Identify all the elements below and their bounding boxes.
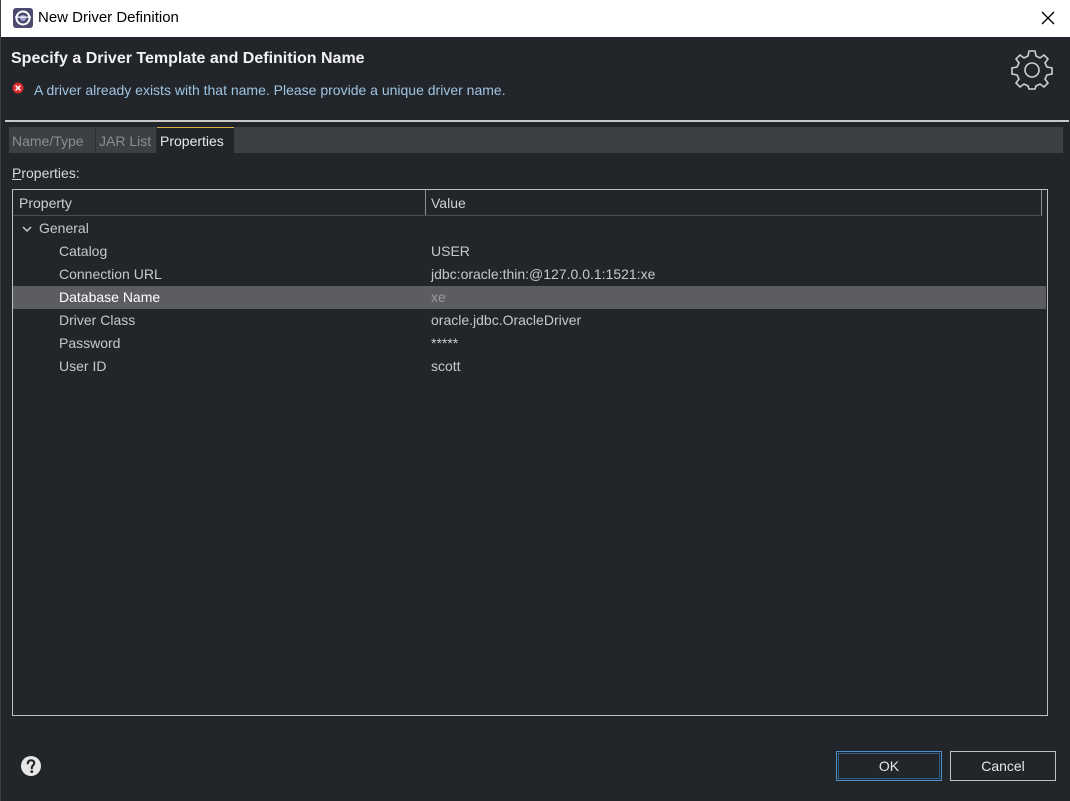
chevron-down-icon[interactable] [21, 223, 33, 235]
window-title: New Driver Definition [38, 9, 179, 26]
property-name: Database Name [59, 289, 161, 305]
table-row[interactable]: User ID scott [13, 355, 1046, 378]
tab-jar-list[interactable]: JAR List [96, 127, 157, 153]
property-value[interactable]: scott [431, 358, 461, 374]
column-divider[interactable] [425, 190, 426, 215]
properties-table[interactable]: Property Value General Catalog USER Conn… [12, 189, 1048, 716]
group-label: General [39, 220, 89, 236]
ok-button-focus-ring [838, 753, 940, 779]
gear-icon [1011, 50, 1053, 90]
property-value[interactable]: xe [431, 289, 446, 305]
column-header-value[interactable]: Value [431, 190, 466, 215]
table-row[interactable]: Catalog USER [13, 240, 1046, 263]
title-bar: New Driver Definition [1, 0, 1070, 37]
help-icon[interactable] [20, 755, 42, 777]
dialog-header: Specify a Driver Template and Definition… [1, 37, 1070, 120]
table-row[interactable]: Password ***** [13, 332, 1046, 355]
tree-group-general[interactable]: General [13, 217, 1046, 240]
table-row[interactable]: Connection URL jdbc:oracle:thin:@127.0.0… [13, 263, 1046, 286]
ok-button[interactable]: OK [836, 751, 942, 781]
tab-bar: Name/Type JAR List Properties [9, 127, 1063, 153]
error-icon [12, 82, 24, 94]
property-value[interactable]: USER [431, 243, 470, 259]
property-name: Catalog [59, 243, 108, 259]
column-header-property[interactable]: Property [19, 190, 72, 215]
table-row-selected[interactable]: Database Name xe [13, 286, 1046, 309]
cancel-button-label: Cancel [981, 758, 1025, 774]
table-row[interactable]: Driver Class oracle.jdbc.OracleDriver [13, 309, 1046, 332]
cancel-button[interactable]: Cancel [950, 751, 1056, 781]
properties-label: Properties: [12, 165, 80, 181]
property-name: Connection URL [59, 266, 162, 282]
property-name: Driver Class [59, 312, 136, 328]
error-message: A driver already exists with that name. … [34, 82, 506, 98]
eclipse-app-icon [13, 8, 33, 28]
table-header: Property Value [13, 190, 1043, 216]
new-driver-definition-dialog: New Driver Definition Specify a Driver T… [0, 0, 1070, 801]
close-icon [1041, 11, 1055, 25]
property-value[interactable]: ***** [431, 335, 458, 351]
tab-properties[interactable]: Properties [157, 127, 234, 153]
header-separator [5, 120, 1069, 122]
property-name: Password [59, 335, 121, 351]
property-value[interactable]: jdbc:oracle:thin:@127.0.0.1:1521:xe [431, 266, 655, 282]
property-value[interactable]: oracle.jdbc.OracleDriver [431, 312, 581, 328]
page-title: Specify a Driver Template and Definition… [11, 50, 365, 67]
tab-name-type[interactable]: Name/Type [9, 127, 96, 153]
column-divider [1041, 190, 1042, 215]
close-button[interactable] [1033, 4, 1063, 32]
property-name: User ID [59, 358, 107, 374]
